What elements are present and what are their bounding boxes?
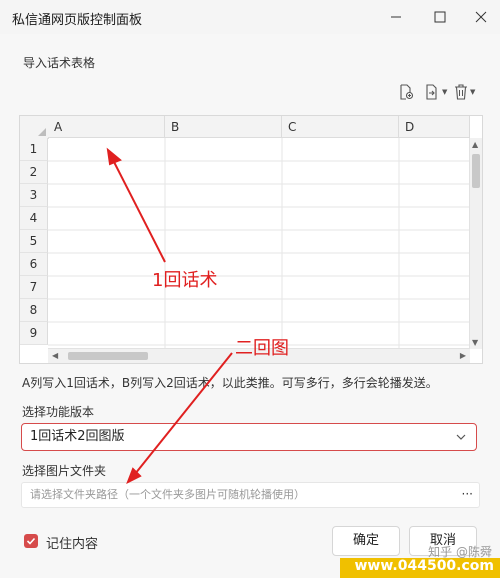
maximize-button[interactable] [425, 6, 455, 28]
scroll-right-icon[interactable]: ▶ [460, 351, 466, 360]
row-header[interactable]: 1 [20, 138, 48, 161]
trash-icon [455, 84, 467, 100]
column-header[interactable]: B [165, 116, 282, 138]
sheet-corner[interactable] [20, 116, 49, 139]
row-header[interactable]: 7 [20, 276, 48, 299]
close-icon [475, 11, 487, 23]
image-folder-placeholder: 请选择文件夹路径（一个文件夹多图片可随机轮播使用） [30, 488, 305, 501]
function-version-label: 选择功能版本 [22, 405, 95, 419]
column-header[interactable]: C [282, 116, 399, 138]
window-title: 私信通网页版控制面板 [12, 13, 143, 28]
import-label: 导入话术表格 [23, 56, 96, 70]
chevron-down-icon [456, 424, 466, 459]
row-header[interactable]: 9 [20, 322, 48, 345]
annotation-arrowhead-2 [126, 467, 142, 485]
scroll-down-icon[interactable]: ▼ [472, 338, 478, 347]
dialog-window: 私信通网页版控制面板 导入话术表格 ▼ ▼ A B C D 1 2 3 4 5 … [0, 0, 500, 578]
sheet-grid [48, 138, 470, 349]
close-button[interactable] [466, 6, 496, 28]
column-header[interactable]: D [399, 116, 470, 138]
chevron-down-icon: ▼ [470, 88, 476, 96]
chevron-down-icon: ▼ [442, 88, 448, 96]
horizontal-scroll-thumb[interactable] [68, 352, 148, 360]
vertical-scrollbar[interactable]: ▲ ▼ [469, 138, 482, 349]
file-import-icon [426, 84, 437, 100]
remember-checkbox[interactable] [24, 534, 38, 548]
column-header[interactable]: A [48, 116, 165, 138]
image-folder-input[interactable]: 请选择文件夹路径（一个文件夹多图片可随机轮播使用） ··· [21, 482, 480, 508]
title-bar: 私信通网页版控制面板 [0, 0, 500, 34]
import-file-button[interactable]: ▼ [424, 82, 447, 102]
maximize-icon [434, 11, 446, 23]
scroll-left-icon[interactable]: ◀ [52, 351, 58, 360]
site-watermark: www.044500.com [354, 558, 495, 574]
scroll-up-icon[interactable]: ▲ [472, 140, 478, 149]
row-header[interactable]: 4 [20, 207, 48, 230]
annotation-label-2: 二回图 [235, 338, 289, 359]
annotation-label-1: 1回话术 [152, 270, 218, 291]
row-header[interactable]: 8 [20, 299, 48, 322]
usage-hint: A列写入1回话术，B列写入2回话术，以此类推。可写多行，多行会轮播发送。 [22, 376, 438, 390]
row-header[interactable]: 2 [20, 161, 48, 184]
remember-label[interactable]: 记住内容 [46, 533, 98, 552]
checkmark-icon [26, 537, 36, 545]
function-version-select[interactable]: 1回话术2回图版 [21, 423, 477, 451]
row-header[interactable]: 5 [20, 230, 48, 253]
vertical-scroll-thumb[interactable] [472, 154, 480, 188]
ok-button[interactable]: 确定 [332, 526, 400, 556]
file-add-icon [400, 84, 414, 100]
minimize-button[interactable] [381, 6, 411, 28]
row-header[interactable]: 3 [20, 184, 48, 207]
image-folder-label: 选择图片文件夹 [22, 464, 107, 478]
delete-button[interactable]: ▼ [454, 82, 475, 102]
add-file-button[interactable] [398, 82, 414, 102]
annotation-arrow-2 [134, 352, 233, 475]
function-version-value: 1回话术2回图版 [30, 429, 125, 444]
minimize-icon [391, 16, 401, 18]
browse-button[interactable]: ··· [462, 482, 473, 506]
row-header[interactable]: 6 [20, 253, 48, 276]
corner-triangle-icon [38, 128, 46, 136]
spreadsheet[interactable]: A B C D 1 2 3 4 5 6 7 8 9 ▲ ▼ ◀ ▶ [19, 115, 483, 364]
